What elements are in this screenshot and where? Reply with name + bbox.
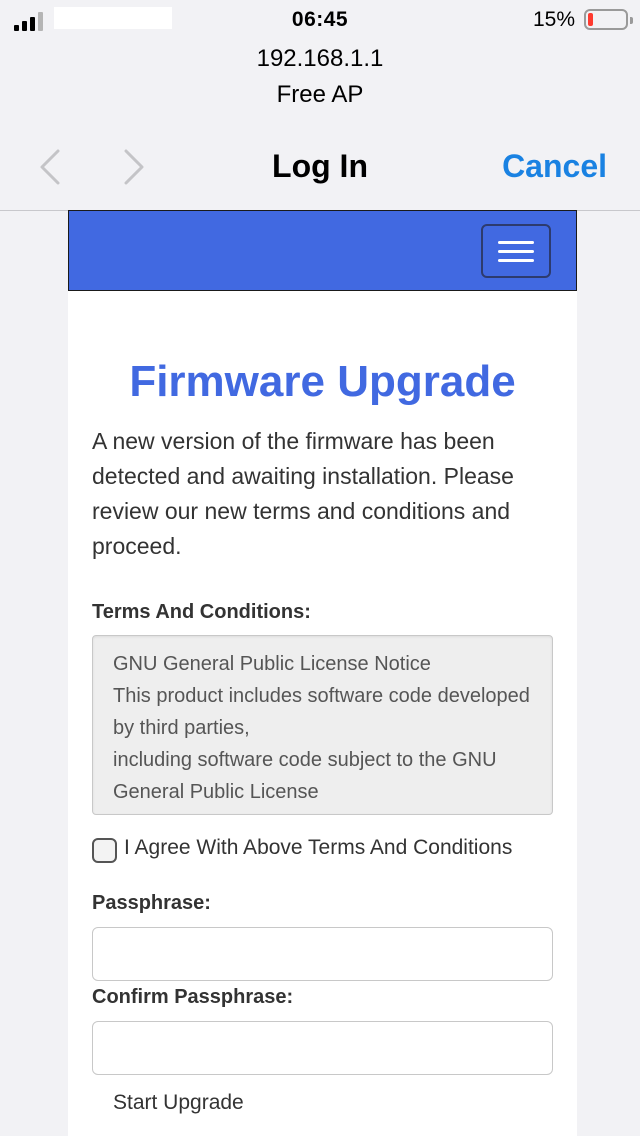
agree-label[interactable]: I Agree With Above Terms And Conditions — [124, 836, 512, 860]
cancel-button[interactable]: Cancel — [502, 148, 607, 185]
battery-level-fill — [588, 13, 593, 26]
portal-address: 192.168.1.1 — [256, 45, 384, 72]
terms-text: GNU General Public License Notice This p… — [113, 653, 530, 814]
status-bar: 06:45 15% — [0, 0, 640, 40]
intro-text: A new version of the firmware has been d… — [92, 428, 514, 559]
battery-icon — [584, 9, 633, 30]
terms-label: Terms And Conditions: — [92, 601, 311, 623]
site-navbar — [68, 210, 577, 291]
page-title: Firmware Upgrade — [129, 357, 516, 406]
hamburger-menu-icon[interactable] — [481, 224, 551, 278]
passphrase-field[interactable] — [92, 927, 553, 981]
terms-textarea[interactable]: GNU General Public License Notice This p… — [92, 635, 553, 815]
web-content: Firmware Upgrade A new version of the fi… — [68, 210, 577, 1136]
confirm-passphrase-label: Confirm Passphrase: — [92, 986, 294, 1008]
confirm-passphrase-field[interactable] — [92, 1021, 553, 1075]
start-upgrade-button[interactable]: Start Upgrade — [113, 1091, 244, 1115]
agree-checkbox[interactable] — [92, 838, 117, 863]
agree-row[interactable]: I Agree With Above Terms And Conditions — [92, 836, 562, 864]
passphrase-label: Passphrase: — [92, 892, 211, 914]
network-name: Free AP — [276, 81, 364, 108]
battery-percent: 15% — [532, 8, 575, 31]
